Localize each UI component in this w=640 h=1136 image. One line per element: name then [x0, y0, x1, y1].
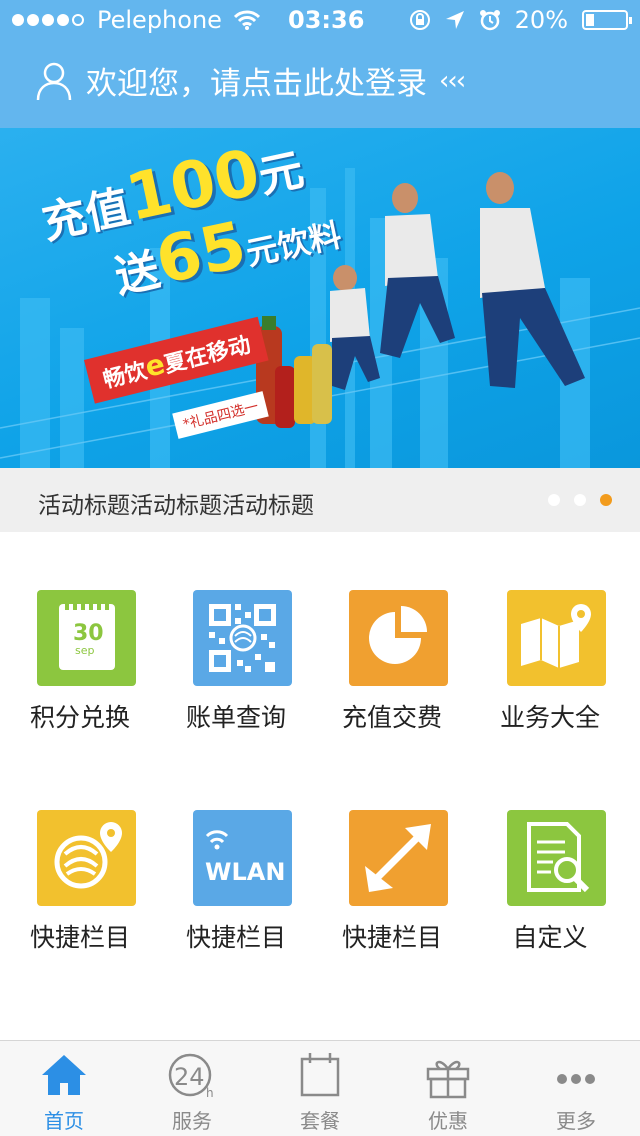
shortcut-grid: 30 sep 积分兑换 账单查询 充值交费 业务大全 快捷栏目 WLAN 快捷栏…	[0, 532, 640, 1040]
shortcut-label: 自定义	[512, 923, 588, 952]
tab-service[interactable]: 24 h 服务	[128, 1041, 256, 1136]
pager-dot[interactable]	[548, 494, 560, 506]
login-text: 欢迎您，请点击此处登录	[86, 66, 427, 102]
calendar-icon: 30 sep	[37, 590, 136, 686]
banner-caption-title: 活动标题活动标题活动标题	[38, 493, 314, 519]
shortcut-business[interactable]: 业务大全	[470, 532, 630, 732]
wlan-icon: WLAN	[193, 810, 292, 906]
shortcut-label: 快捷栏目	[341, 923, 442, 952]
shortcut-label: 积分兑换	[29, 703, 130, 732]
svg-text:24: 24	[174, 1063, 205, 1091]
banner-pager[interactable]	[548, 494, 612, 506]
tab-bar: 首页 24 h 服务 套餐 优惠 更多	[0, 1040, 640, 1136]
promo-tag-text1: 畅饮	[100, 358, 150, 394]
banner-caption-bar: 活动标题活动标题活动标题	[0, 468, 640, 532]
shortcut-customize[interactable]: 自定义	[470, 752, 630, 952]
pie-chart-icon	[349, 590, 448, 686]
tab-label: 套餐	[300, 1109, 340, 1133]
home-icon	[42, 1055, 86, 1095]
tab-label: 优惠	[428, 1109, 468, 1133]
clock: 03:36	[288, 6, 365, 34]
tab-more[interactable]: 更多	[512, 1041, 640, 1136]
wifi-icon	[233, 10, 260, 30]
alarm-icon	[479, 10, 500, 31]
promo-banner[interactable]: 充值100元 送65元饮料 畅饮e夏在移动 *礼品四选一	[0, 128, 640, 468]
more-icon	[557, 1074, 595, 1084]
gift-icon	[426, 1060, 470, 1099]
shortcut-label: 账单查询	[185, 703, 286, 732]
svg-text:30: 30	[73, 621, 104, 646]
svg-text:h: h	[206, 1086, 214, 1100]
package-icon	[300, 1053, 340, 1097]
status-bar: Pelephone 03:36 20%	[0, 0, 640, 40]
shortcut-label: 快捷栏目	[29, 923, 130, 952]
shortcut-quick-3[interactable]: 快捷栏目	[312, 752, 472, 952]
user-icon	[36, 62, 72, 100]
tab-home[interactable]: 首页	[0, 1041, 128, 1136]
svg-text:WLAN: WLAN	[205, 858, 285, 886]
tab-offers[interactable]: 优惠	[384, 1041, 512, 1136]
chevrons-icon: ‹‹‹	[439, 65, 466, 96]
expand-arrows-icon	[349, 810, 448, 906]
battery-icon	[582, 10, 632, 30]
shortcut-label: 充值交费	[341, 703, 442, 732]
tab-label: 首页	[44, 1109, 84, 1133]
signal-strength-icon	[12, 14, 87, 26]
promo-line2-suffix: 元饮料	[242, 215, 345, 273]
shortcut-points-exchange[interactable]: 30 sep 积分兑换	[0, 532, 160, 732]
rotation-lock-icon	[409, 10, 430, 30]
24h-icon: 24 h	[168, 1053, 214, 1100]
shortcut-label: 业务大全	[499, 703, 600, 732]
svg-text:sep: sep	[75, 644, 94, 657]
qr-code-icon	[193, 590, 292, 686]
tab-label: 服务	[172, 1109, 212, 1133]
login-prompt[interactable]: 欢迎您，请点击此处登录 ‹‹‹	[36, 58, 466, 103]
document-search-icon	[507, 810, 606, 906]
shortcut-label: 快捷栏目	[185, 923, 286, 952]
shortcut-quick-2[interactable]: WLAN 快捷栏目	[156, 752, 316, 952]
location-arrow-icon	[445, 11, 464, 29]
carrier-name: Pelephone	[97, 6, 222, 34]
shortcut-quick-1[interactable]: 快捷栏目	[0, 752, 160, 952]
tab-label: 更多	[556, 1109, 596, 1133]
shortcut-recharge[interactable]: 充值交费	[312, 532, 472, 732]
header-bar: Pelephone 03:36 20% 欢迎您，请点击此处登录 ‹‹‹	[0, 0, 640, 128]
pager-dot[interactable]	[574, 494, 586, 506]
location-logo-icon	[37, 810, 136, 906]
tab-package[interactable]: 套餐	[256, 1041, 384, 1136]
map-icon	[507, 590, 606, 686]
pager-dot-active[interactable]	[600, 494, 612, 506]
shortcut-bill-query[interactable]: 账单查询	[156, 532, 316, 732]
battery-percent: 20%	[514, 6, 568, 34]
